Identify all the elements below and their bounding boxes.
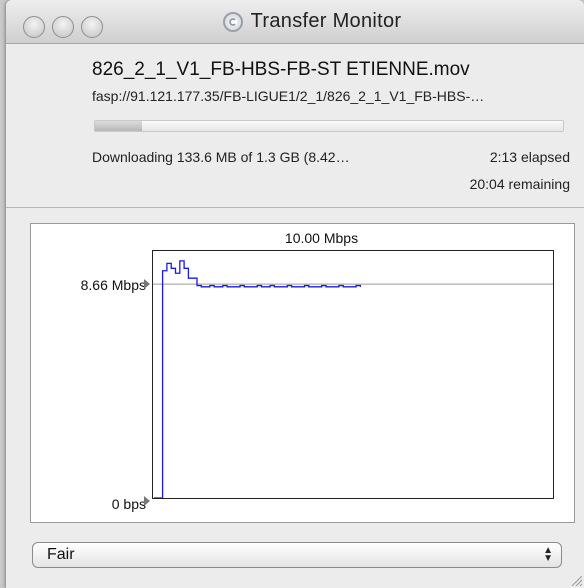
resize-grip-icon[interactable] [570,574,582,586]
transfer-status: Downloading 133.6 MB of 1.3 GB (8.42… [92,149,350,165]
bandwidth-graph: 10.00 Mbps 8.66 Mbps 0 bps [30,223,575,523]
throughput-chart [153,260,553,498]
plot-area [152,250,554,499]
divider [6,207,584,208]
elapsed-time: 2:13 elapsed [489,149,570,165]
target-rate-marker-icon[interactable] [144,279,150,289]
transfer-app-icon [222,11,243,32]
title-bar[interactable]: Transfer Monitor [6,0,584,44]
policy-selected-value: Fair [47,546,75,563]
min-rate-label: 0 bps [111,496,146,512]
progress-fill [95,121,142,131]
title-area: Transfer Monitor [6,10,584,37]
file-url: fasp://91.121.177.35/FB-LIGUE1/2_1/826_2… [92,88,485,104]
progress-bar [94,120,564,132]
min-rate-marker-icon[interactable] [144,496,150,506]
target-rate-label: 8.66 Mbps [80,277,146,293]
file-name: 826_2_1_V1_FB-HBS-FB-ST ETIENNE.mov [92,59,470,80]
graph-max-label: 10.00 Mbps [284,230,359,246]
up-down-arrows-icon: ▲ ▼ [543,545,553,564]
policy-select[interactable]: Fair ▲ ▼ [32,542,562,568]
window-title: Transfer Monitor [250,10,402,32]
remaining-time: 20:04 remaining [469,176,570,192]
transfer-monitor-window: Transfer Monitor 826_2_1_V1_FB-HBS-FB-ST… [6,0,584,588]
throughput-line [154,260,362,498]
